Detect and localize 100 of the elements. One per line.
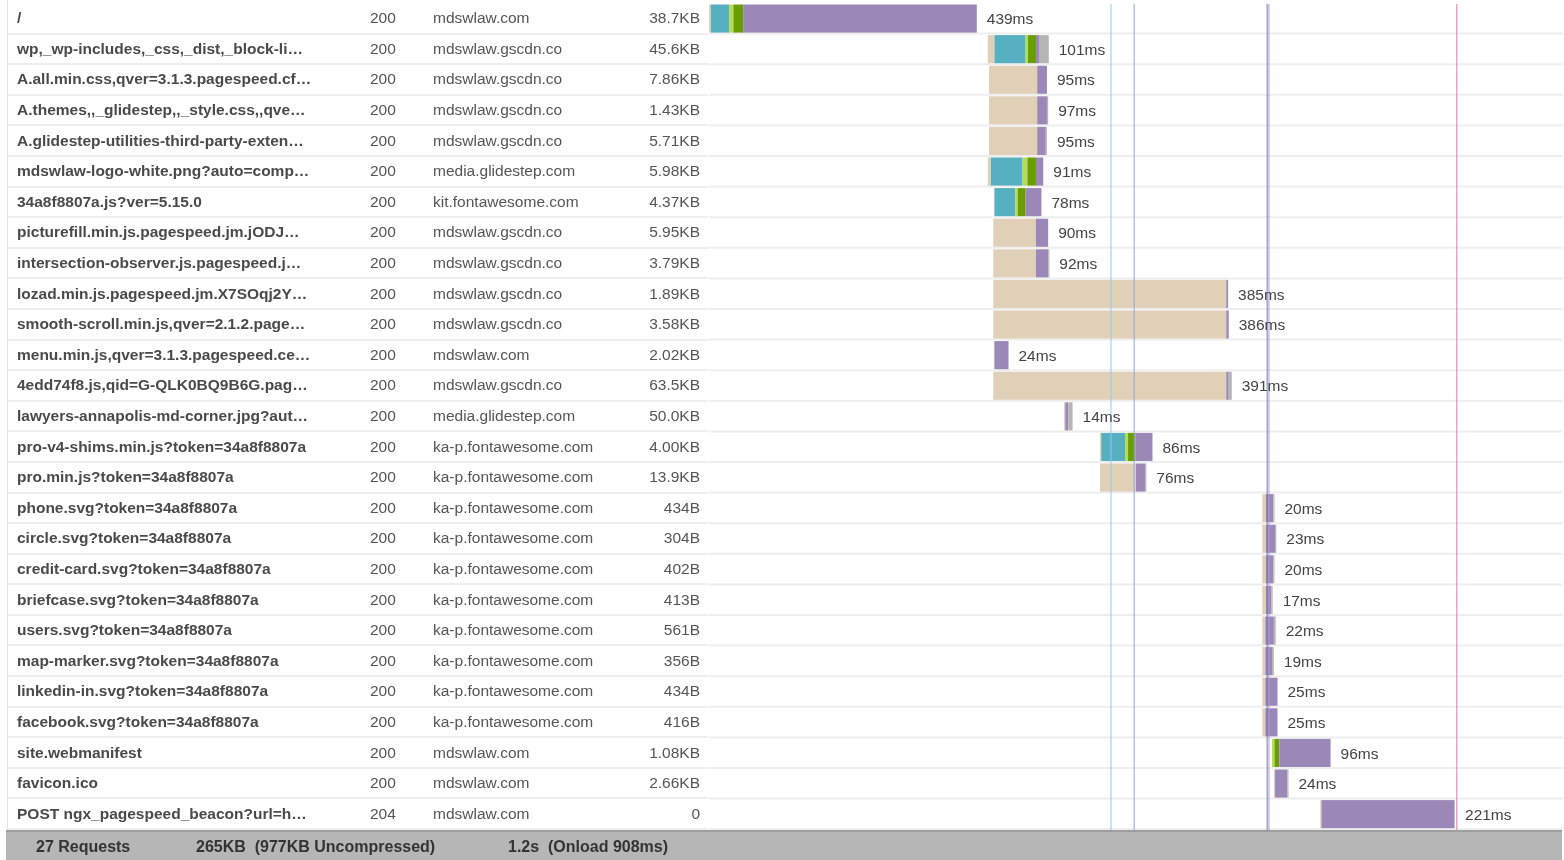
duration-label: 24ms	[1018, 346, 1057, 364]
wait-timing-bar	[994, 341, 1009, 370]
summary-text: 265KB (977KB Uncompressed)	[196, 837, 437, 856]
connect-timing-bar	[1025, 35, 1029, 64]
duration-label: 17ms	[1282, 591, 1321, 609]
connect-timing-bar	[1272, 738, 1275, 767]
request-url: wp,_wp-includes,_css,_dist,_block-li…	[16, 39, 304, 58]
file-size: 0	[690, 804, 700, 823]
request-url: 34a8f8807a.js?ver=5.15.0	[16, 192, 203, 211]
request-url: picturefill.min.js.pagespeed.jm.jODJ…	[16, 223, 301, 242]
ssl-timing-bar	[733, 4, 744, 33]
duration-label: 92ms	[1059, 255, 1098, 273]
dns-timing-bar	[994, 35, 1026, 64]
receive-timing-bar	[1273, 616, 1276, 645]
status-code: 200	[369, 712, 397, 731]
status-code: 200	[369, 407, 397, 425]
duration-label: 22ms	[1285, 622, 1324, 640]
status-code: 200	[369, 254, 397, 273]
request-domain: media.glidestep.com	[432, 162, 577, 181]
connect-timing-bar	[1125, 432, 1129, 461]
request-url: users.svg?token=34a8f8807a	[16, 621, 233, 640]
blocked-timing-bar	[989, 126, 1038, 155]
request-domain: mdswlaw.gscdn.co	[432, 254, 564, 273]
duration-label: 385ms	[1238, 285, 1285, 303]
file-size: 13.9KB	[648, 468, 700, 487]
status-code: 200	[369, 192, 397, 211]
file-size: 2.66KB	[648, 774, 700, 793]
wait-timing-bar	[1265, 616, 1274, 645]
wait-timing-bar	[1037, 126, 1046, 155]
file-size: 38.7KB	[648, 9, 700, 28]
file-size: 1.89KB	[648, 284, 700, 303]
duration-label: 86ms	[1162, 438, 1201, 456]
request-url: intersection-observer.js.pagespeed.j…	[16, 254, 303, 273]
duration-label: 76ms	[1156, 469, 1195, 487]
request-domain: mdswlaw.gscdn.co	[432, 223, 564, 242]
blocked-timing-bar	[1273, 769, 1276, 798]
status-code: 200	[369, 315, 397, 334]
file-size: 561B	[662, 621, 700, 640]
status-code: 200	[369, 9, 397, 28]
request-domain: mdswlaw.com	[432, 9, 531, 28]
request-url: 4edd74f8.js,qid=G-QLK0BQ9B6G.pag…	[16, 376, 309, 395]
request-domain: mdswlaw.gscdn.co	[432, 315, 564, 334]
summary-text: 27 Requests	[36, 837, 132, 856]
request-domain: mdswlaw.gscdn.co	[432, 376, 564, 395]
request-domain: mdswlaw.com	[432, 345, 531, 364]
ssl-timing-bar	[1028, 35, 1036, 64]
request-url: phone.svg?token=34a8f8807a	[16, 498, 239, 517]
file-size: 434B	[662, 682, 700, 701]
status-code: 200	[369, 468, 397, 487]
request-url: lozad.min.js.pagespeed.jm.X7SOqj2Y…	[16, 284, 309, 303]
status-code: 200	[369, 345, 397, 364]
request-url: A.all.min.css,qver=3.1.3.pagespeed.cf…	[16, 70, 313, 89]
receive-timing-bar	[1228, 371, 1232, 400]
request-domain: mdswlaw.com	[432, 774, 531, 793]
status-code: 204	[369, 804, 397, 823]
status-code: 200	[369, 437, 397, 456]
request-url: A.glidestep-utilities-third-party-exten…	[16, 131, 305, 150]
wait-timing-bar	[1275, 769, 1288, 798]
ssl-timing-bar	[1128, 432, 1136, 461]
receive-timing-bar	[1039, 35, 1049, 64]
dns-timing-bar	[990, 157, 1023, 186]
duration-label: 19ms	[1283, 652, 1322, 670]
request-domain: ka-p.fontawesome.com	[432, 560, 595, 578]
wait-timing-bar	[1065, 402, 1069, 431]
file-size: 434B	[662, 498, 700, 517]
duration-label: 101ms	[1058, 40, 1106, 58]
duration-label: 20ms	[1284, 499, 1323, 517]
file-size: 304B	[662, 529, 700, 548]
file-size: 5.71KB	[648, 131, 700, 150]
status-code: 200	[369, 682, 397, 701]
request-domain: ka-p.fontawesome.com	[432, 682, 595, 701]
duration-label: 96ms	[1340, 744, 1379, 762]
duration-label: 20ms	[1284, 561, 1323, 579]
duration-label: 97ms	[1058, 102, 1097, 120]
file-size: 3.58KB	[648, 315, 700, 334]
duration-label: 91ms	[1053, 163, 1092, 181]
file-size: 4.00KB	[648, 437, 700, 456]
dns-timing-bar	[994, 188, 1016, 217]
request-url: lawyers-annapolis-md-corner.jpg?aut…	[16, 407, 310, 425]
status-code: 200	[369, 162, 397, 181]
file-size: 5.95KB	[648, 223, 700, 242]
duration-label: 90ms	[1058, 224, 1097, 242]
status-code: 200	[369, 590, 397, 609]
file-size: 2.02KB	[648, 345, 700, 364]
duration-label: 95ms	[1056, 132, 1095, 150]
file-size: 7.86KB	[648, 70, 700, 89]
duration-label: 14ms	[1082, 408, 1121, 426]
request-url: site.webmanifest	[16, 743, 143, 762]
request-domain: mdswlaw.gscdn.co	[432, 101, 564, 120]
blocked-timing-bar	[989, 96, 1038, 125]
blocked-timing-bar	[987, 157, 991, 186]
request-url: menu.min.js,qver=3.1.3.pagespeed.ce…	[16, 345, 312, 364]
request-domain: ka-p.fontawesome.com	[432, 498, 595, 517]
request-url: POST ngx_pagespeed_beacon?url=h…	[16, 804, 308, 823]
wait-timing-bar	[1135, 432, 1153, 461]
wait-timing-bar	[1037, 96, 1047, 125]
status-code: 200	[369, 70, 397, 89]
duration-label: 25ms	[1287, 683, 1326, 701]
file-size: 356B	[662, 651, 700, 670]
wait-timing-bar	[1136, 463, 1146, 492]
